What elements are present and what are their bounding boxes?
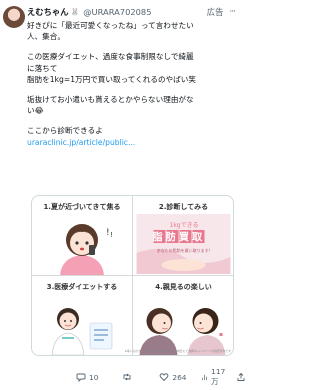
tweet-header: えむちゃん 🐰 @URARA702085 広告 ··· (27, 4, 237, 20)
share-button[interactable] (236, 372, 246, 382)
tweet-text-line: 人、集合。 (27, 32, 65, 42)
panel-title: 2.診断してみる (158, 203, 209, 211)
ad-label: 広告 (206, 7, 224, 17)
tweet-text-line: 好きぴに「最近可愛くなったね」って言わせたい (27, 21, 194, 30)
panel-title: 1.夏が近づいてきて焦る (43, 203, 121, 211)
retweet-icon (123, 373, 131, 381)
panel-3: 3.医療ダイエットする (32, 276, 133, 355)
panel-1: 1.夏が近づいてきて焦る ! ! (32, 196, 133, 276)
banner-big-text: 脂肪買取 (152, 231, 206, 244)
retweet-button[interactable] (122, 372, 135, 382)
panel-4: 4.親見るの楽しい (133, 276, 233, 355)
like-button[interactable]: 264 (159, 372, 187, 382)
worried-girl-illustration: ! ! (60, 224, 113, 275)
display-name[interactable]: えむちゃん (27, 6, 69, 18)
tweet-text-line: この医療ダイエット、過度な食事制限なしで綺麗 (27, 52, 194, 62)
tweet-text-line: 垢抜けてお小遣いも貰えるとかやらない理由がな (27, 95, 194, 105)
tweet-text-line: に落ちて (27, 63, 58, 73)
diagnosis-banner-illustration: 1kgできる 脂肪買取 あなたの脂肪を買い取ります! (136, 214, 231, 274)
heart-icon (160, 373, 169, 382)
views-chart-icon (201, 374, 207, 381)
panel-title: 3.医療ダイエットする (46, 283, 118, 291)
card-fineprint: ※率いるのターン中に脂肪買取が成立した場合にて 無料キャンペーンの指定条件です (124, 349, 231, 353)
image-card[interactable]: 1.夏が近づいてきて焦る ! ! 2.診断してみる 1kgできる 脂肪買取 あな… (31, 195, 234, 356)
share-icon (237, 372, 245, 381)
tweet-link[interactable]: uraraclinic.jp/article/public... (27, 137, 237, 148)
view-count: 117万 (211, 367, 226, 386)
reply-icon (76, 373, 86, 382)
bunny-emoji-icon: 🐰 (70, 8, 80, 16)
tweet-text-line: い😂 (27, 106, 44, 116)
tweet: えむちゃん 🐰 @URARA702085 広告 ··· 好きぴに「最近可愛くなっ… (27, 4, 237, 356)
user-handle[interactable]: @URARA702085 (83, 7, 151, 17)
avatar[interactable] (3, 6, 25, 28)
tweet-body: 好きぴに「最近可愛くなったね」って言わせたい 人、集合。 この医療ダイエット、過… (27, 20, 237, 148)
panel-2: 2.診断してみる 1kgできる 脂肪買取 あなたの脂肪を買い取ります! (133, 196, 233, 276)
banner-top-text: 1kgできる (170, 222, 199, 229)
mother-daughter-illustration (139, 308, 226, 355)
reply-button[interactable]: 10 (76, 372, 98, 382)
panel-title: 4.親見るの楽しい (155, 283, 212, 291)
views-button[interactable]: 117万 (201, 367, 228, 387)
tweet-text-line: 脂肪を1kg=1万円で買い取ってくれるのやばい笑 (27, 74, 196, 84)
more-options-icon[interactable]: ··· (229, 7, 236, 17)
reply-count: 10 (89, 372, 99, 382)
svg-text:!: ! (110, 231, 113, 239)
doctor-consultation-illustration (51, 308, 113, 355)
tweet-actions: 10 264 117万 (27, 367, 245, 387)
tweet-text-line: ここから診断できるよ (27, 126, 103, 136)
banner-sub-text: あなたの脂肪を買い取ります! (157, 247, 211, 253)
like-count: 264 (172, 372, 187, 382)
